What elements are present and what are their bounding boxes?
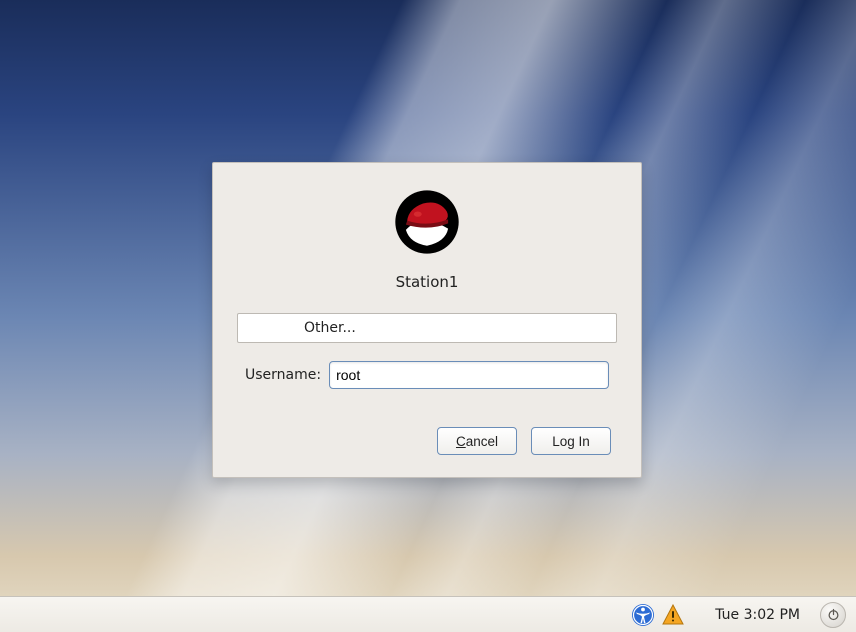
login-button[interactable]: Log In — [531, 427, 611, 455]
logo-container — [237, 189, 617, 255]
username-input[interactable] — [329, 361, 609, 389]
login-panel: Station1 Other... Username: Cancel Log I… — [212, 162, 642, 478]
warning-icon[interactable] — [661, 603, 685, 627]
cancel-button[interactable]: Cancel — [437, 427, 517, 455]
desktop-background: Station1 Other... Username: Cancel Log I… — [0, 0, 856, 632]
username-row: Username: — [237, 361, 617, 389]
bottom-panel: Tue 3:02 PM — [0, 596, 856, 632]
user-list-selected[interactable]: Other... — [237, 313, 617, 343]
username-label: Username: — [245, 367, 321, 383]
clock-label[interactable]: Tue 3:02 PM — [715, 607, 800, 623]
cancel-mnemonic: C — [456, 434, 466, 449]
redhat-logo-icon — [394, 189, 460, 255]
button-row: Cancel Log In — [237, 427, 617, 455]
cancel-rest: ancel — [466, 434, 498, 449]
hostname-label: Station1 — [237, 273, 617, 291]
accessibility-icon[interactable] — [631, 603, 655, 627]
power-button[interactable] — [820, 602, 846, 628]
